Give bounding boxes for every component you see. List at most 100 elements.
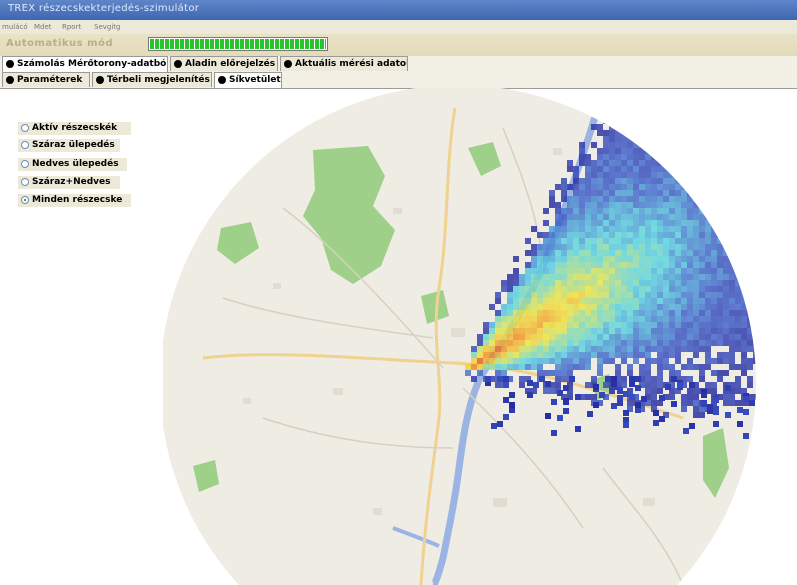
plume-cell [615, 214, 621, 220]
plume-cell [657, 238, 663, 244]
plume-cell [711, 328, 717, 334]
plume-cell [741, 136, 747, 142]
plume-cell [555, 202, 561, 208]
plume-cell [579, 268, 585, 274]
plume-cell [603, 268, 609, 274]
plume-cell [567, 340, 573, 346]
plume-cell [525, 304, 531, 310]
plume-cell [687, 256, 693, 262]
option-wet-deposition[interactable]: Nedves ülepedés [18, 158, 127, 171]
tab-bullet-icon [284, 60, 292, 68]
plume-cell [753, 280, 756, 286]
radio-icon[interactable] [21, 141, 29, 149]
plume-cell [621, 304, 627, 310]
plume-cell [615, 256, 621, 262]
plume-cell [633, 316, 639, 322]
plume-cell [555, 370, 561, 376]
plume-cell [651, 232, 657, 238]
plume-cell [519, 358, 525, 364]
plume-cell [555, 322, 561, 328]
plume-cell [651, 394, 657, 400]
menu-item-1[interactable]: mulácó [2, 23, 28, 31]
option-dry-deposition[interactable]: Száraz ülepedés [18, 139, 120, 152]
plume-cell [597, 280, 603, 286]
plume-cell [573, 196, 579, 202]
plume-cell [585, 334, 591, 340]
map-view[interactable] [163, 88, 763, 585]
plume-cell [717, 172, 723, 178]
plume-cell [633, 202, 639, 208]
plume-cell [705, 190, 711, 196]
plume-cell [711, 244, 717, 250]
window-title: TREX részecskekterjedés-szimulátor [8, 3, 200, 14]
plume-cell [657, 148, 663, 154]
plume-cell [717, 322, 723, 328]
plume-cell [651, 292, 657, 298]
tab-aladin-forecast[interactable]: Aladin előrejelzés [170, 56, 278, 71]
plume-cell [639, 364, 645, 370]
plume-cell [621, 232, 627, 238]
plume-cell [573, 286, 579, 292]
tab-parameters[interactable]: Paraméterek [2, 72, 90, 87]
plume-cell [585, 160, 591, 166]
plume-cell [741, 298, 747, 304]
map-canvas[interactable] [163, 88, 763, 585]
plume-cell [693, 154, 699, 160]
plume-cell [579, 340, 585, 346]
plume-cell [645, 160, 651, 166]
plume-cell [495, 358, 501, 364]
menu-item-2[interactable]: Mdet [34, 23, 52, 31]
primary-tab-bar: Számolás Mérőtorony-adatból Aladin előre… [0, 56, 797, 72]
plume-cell [477, 370, 483, 376]
plume-cell [639, 196, 645, 202]
plume-cell [513, 352, 519, 358]
option-active-particles[interactable]: Aktív részecskék [18, 122, 131, 135]
plume-cell [579, 262, 585, 268]
plume-cell [735, 310, 741, 316]
plume-cell [753, 322, 756, 328]
plume-cell [537, 346, 543, 352]
plume-cell [573, 322, 579, 328]
plume-cell [645, 346, 651, 352]
plume-cell [681, 394, 687, 400]
plume-cell [549, 196, 555, 202]
plume-cell [627, 202, 633, 208]
plume-cell [567, 256, 573, 262]
plume-cell [675, 274, 681, 280]
plume-cell [603, 352, 609, 358]
tab-3d-view[interactable]: Térbeli megjelenítés [92, 72, 212, 87]
plume-cell [615, 196, 621, 202]
plume-cell [659, 395, 665, 401]
plume-cell [753, 310, 756, 316]
plume-cell [681, 118, 687, 124]
radio-icon[interactable] [21, 160, 29, 168]
plume-cell [501, 304, 507, 310]
plume-cell [585, 268, 591, 274]
tab-plane-projection[interactable]: Síkvetület [214, 72, 282, 88]
plume-cell [591, 316, 597, 322]
tab-current-measurements[interactable]: Aktuális mérési adatok [280, 56, 408, 71]
plume-cell [567, 364, 573, 370]
tab-calc-tower[interactable]: Számolás Mérőtorony-adatból [2, 56, 168, 72]
option-all-particles[interactable]: Minden részecske [18, 194, 131, 207]
radio-icon[interactable] [21, 124, 29, 132]
plume-cell [525, 286, 531, 292]
plume-cell [729, 196, 735, 202]
plume-cell [693, 244, 699, 250]
radio-icon[interactable] [21, 196, 29, 204]
plume-cell [525, 364, 531, 370]
plume-cell [669, 214, 675, 220]
menu-item-3[interactable]: Rport [62, 23, 81, 31]
menu-item-4[interactable]: Sevgitg [94, 23, 120, 31]
plume-cell [567, 274, 573, 280]
plume-cell [609, 220, 615, 226]
radio-icon[interactable] [21, 178, 29, 186]
plume-cell [579, 364, 585, 370]
plume-cell [759, 172, 763, 178]
plume-cell [681, 406, 687, 412]
plume-cell [537, 370, 543, 376]
plume-cell [741, 208, 747, 214]
option-dry-and-wet[interactable]: Száraz+Nedves [18, 176, 120, 189]
plume-cell [681, 202, 687, 208]
plume-cell [615, 232, 621, 238]
